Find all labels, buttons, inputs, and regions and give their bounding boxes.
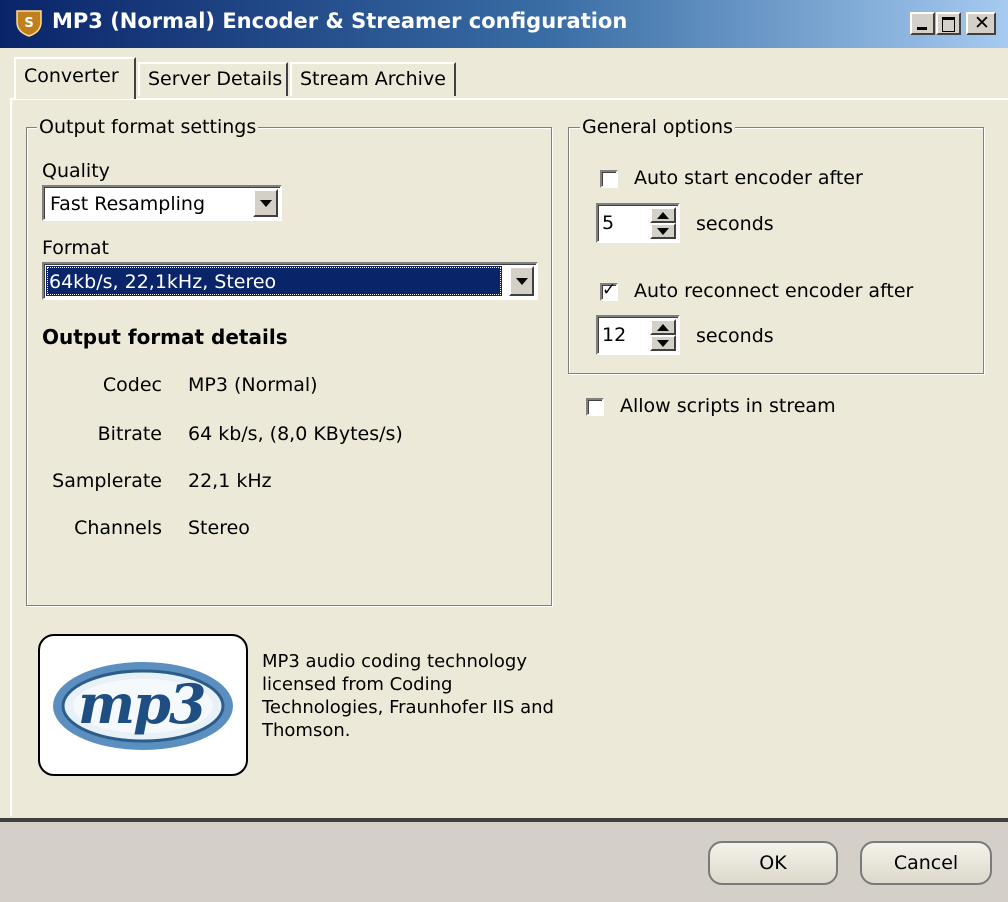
window-title: MP3 (Normal) Encoder & Streamer configur… <box>52 9 628 33</box>
arrow-up-icon <box>657 323 669 331</box>
auto-reconnect-spin-buttons <box>650 319 676 351</box>
close-icon: ✕ <box>974 12 990 34</box>
auto-start-seconds-spinner[interactable]: 5 <box>596 203 680 243</box>
arrow-down-icon <box>657 339 669 347</box>
tab-server-details-label: Server Details <box>148 68 283 90</box>
auto-start-label[interactable]: Auto start encoder after <box>634 167 863 189</box>
mp3-logo: mp3 <box>38 634 248 776</box>
general-options-legend: General options <box>580 116 735 138</box>
auto-start-unit: seconds <box>696 213 774 235</box>
quality-label: Quality <box>42 160 110 182</box>
channels-value: Stereo <box>188 517 250 539</box>
bitrate-label: Bitrate <box>97 423 162 445</box>
auto-start-seconds-value: 5 <box>602 212 615 234</box>
auto-start-spin-buttons <box>650 207 676 239</box>
auto-reconnect-seconds-spinner[interactable]: 12 <box>596 315 680 355</box>
maximize-button[interactable] <box>936 12 961 35</box>
spin-up-button[interactable] <box>650 207 676 223</box>
channels-label: Channels <box>74 517 162 539</box>
tab-stream-archive[interactable]: Stream Archive <box>290 62 456 96</box>
format-label: Format <box>42 237 109 259</box>
chevron-down-icon <box>515 277 528 285</box>
tab-converter-label: Converter <box>24 65 119 87</box>
minimize-button[interactable] <box>910 12 935 35</box>
chevron-down-icon <box>259 199 272 207</box>
allow-scripts-checkbox[interactable] <box>586 398 604 416</box>
codec-value: MP3 (Normal) <box>188 374 318 396</box>
auto-reconnect-seconds-value: 12 <box>602 324 627 346</box>
svg-text:S: S <box>24 16 33 31</box>
ok-button[interactable]: OK <box>708 841 838 885</box>
quality-value: Fast Resampling <box>50 193 206 215</box>
close-button[interactable]: ✕ <box>966 12 996 35</box>
auto-reconnect-unit: seconds <box>696 325 774 347</box>
spin-up-button[interactable] <box>650 319 676 335</box>
codec-label: Codec <box>102 374 162 396</box>
format-value: 64kb/s, 22,1kHz, Stereo <box>49 271 277 293</box>
arrow-down-icon <box>657 227 669 235</box>
samplerate-value: 22,1 kHz <box>188 470 272 492</box>
arrow-up-icon <box>657 211 669 219</box>
tab-stream-archive-label: Stream Archive <box>300 68 446 90</box>
license-text: MP3 audio coding technology licensed fro… <box>262 651 554 741</box>
bitrate-value: 64 kb/s, (8,0 KBytes/s) <box>188 423 403 445</box>
tab-server-details[interactable]: Server Details <box>138 62 288 96</box>
output-details-heading: Output format details <box>42 325 288 349</box>
quality-dropdown-button[interactable] <box>253 189 278 217</box>
allow-scripts-label[interactable]: Allow scripts in stream <box>620 395 836 417</box>
format-select[interactable]: 64kb/s, 22,1kHz, Stereo <box>42 262 538 300</box>
spin-down-button[interactable] <box>650 223 676 239</box>
output-format-legend: Output format settings <box>37 116 259 138</box>
auto-start-checkbox[interactable] <box>600 170 618 188</box>
quality-select[interactable]: Fast Resampling <box>42 185 282 221</box>
tab-converter[interactable]: Converter <box>14 57 136 99</box>
footer-bar <box>0 822 1008 902</box>
maximize-icon <box>942 17 955 32</box>
mp3-logo-text: mp3 <box>78 672 206 736</box>
ok-button-label: OK <box>759 852 787 874</box>
auto-reconnect-label[interactable]: Auto reconnect encoder after <box>634 280 913 302</box>
spin-down-button[interactable] <box>650 335 676 351</box>
cancel-button[interactable]: Cancel <box>860 841 992 885</box>
checkmark-icon: ✓ <box>602 280 617 300</box>
minimize-icon <box>917 27 927 30</box>
format-dropdown-button[interactable] <box>509 266 534 296</box>
samplerate-label: Samplerate <box>52 470 162 492</box>
auto-reconnect-checkbox[interactable]: ✓ <box>600 280 618 301</box>
app-shield-icon: S <box>14 8 44 38</box>
cancel-button-label: Cancel <box>893 852 959 874</box>
